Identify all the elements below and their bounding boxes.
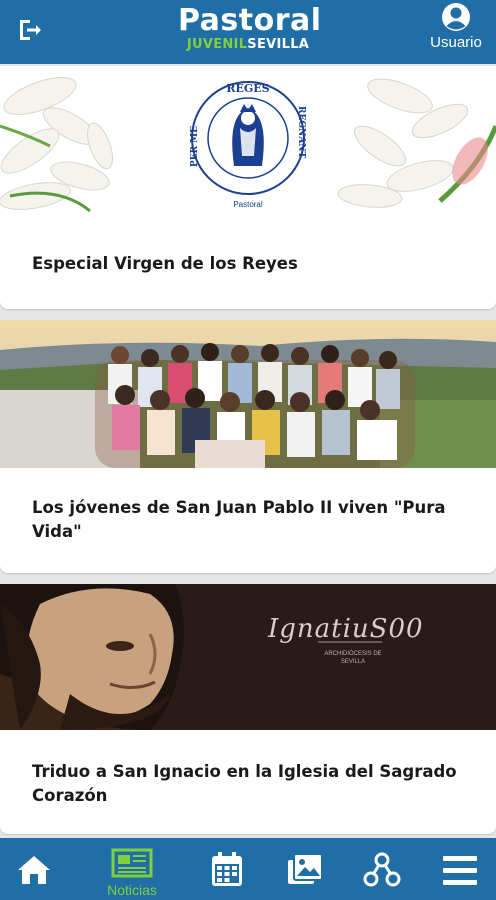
nav-menu[interactable] <box>420 838 496 900</box>
nav-noticias[interactable]: Noticias <box>92 838 172 900</box>
card-image: IgnatiuS00 ARCHIDIÓCESIS DE SEVILLA <box>0 584 496 730</box>
gallery-icon <box>288 853 323 884</box>
card-title[interactable]: Triduo a San Ignacio en la Iglesia del S… <box>0 730 496 808</box>
nav-home[interactable] <box>0 838 74 900</box>
logo-sub-juvenil: JUVENIL <box>186 37 248 52</box>
user-icon <box>442 3 470 31</box>
news-card[interactable]: REGES PER ME REGNANT Pastoral Especial V… <box>0 66 496 309</box>
newspaper-icon <box>111 848 153 878</box>
ignatius-logo: IgnatiuS00 <box>268 614 424 644</box>
nav-groups[interactable] <box>342 838 422 900</box>
user-label: Usuario <box>430 34 482 51</box>
card-title[interactable]: Especial Virgen de los Reyes <box>0 216 496 276</box>
user-button[interactable]: Usuario <box>424 0 488 60</box>
card-image: REGES PER ME REGNANT Pastoral <box>0 66 496 216</box>
pastoral-logo: Pastoral JUVENILSEVILLA <box>178 3 321 58</box>
ignatius-sub: ARCHIDIÓCESIS DE SEVILLA <box>324 651 382 665</box>
news-card[interactable]: IgnatiuS00 ARCHIDIÓCESIS DE SEVILLA Trid… <box>0 584 496 834</box>
logout-icon[interactable] <box>16 16 44 44</box>
nav-calendar[interactable] <box>187 838 267 900</box>
bottom-nav: Noticias <box>0 838 496 900</box>
card-image <box>0 320 496 468</box>
seal-top-text: REGES <box>226 82 270 95</box>
card-title[interactable]: Los jóvenes de San Juan Pablo II viven "… <box>0 468 496 544</box>
nav-noticias-label: Noticias <box>107 882 157 898</box>
menu-icon <box>443 856 477 885</box>
seal-right-text: REGNANT <box>296 106 306 159</box>
home-icon <box>18 856 50 884</box>
logo-text-1: Pas <box>178 3 239 38</box>
group-photo <box>0 320 496 468</box>
calendar-icon <box>212 852 242 886</box>
ignatius-image <box>0 584 496 730</box>
news-card[interactable]: Los jóvenes de San Juan Pablo II viven "… <box>0 320 496 573</box>
app-header: Pastoral JUVENILSEVILLA Usuario <box>0 0 496 64</box>
groups-icon <box>363 852 401 887</box>
logo-sub-sevilla: SEVILLA <box>247 37 310 52</box>
seal-caption: Pastoral <box>233 200 263 209</box>
logo-text-2: toral <box>238 3 322 38</box>
nav-gallery[interactable] <box>265 838 345 900</box>
seal-left-text: PER ME <box>190 126 200 168</box>
